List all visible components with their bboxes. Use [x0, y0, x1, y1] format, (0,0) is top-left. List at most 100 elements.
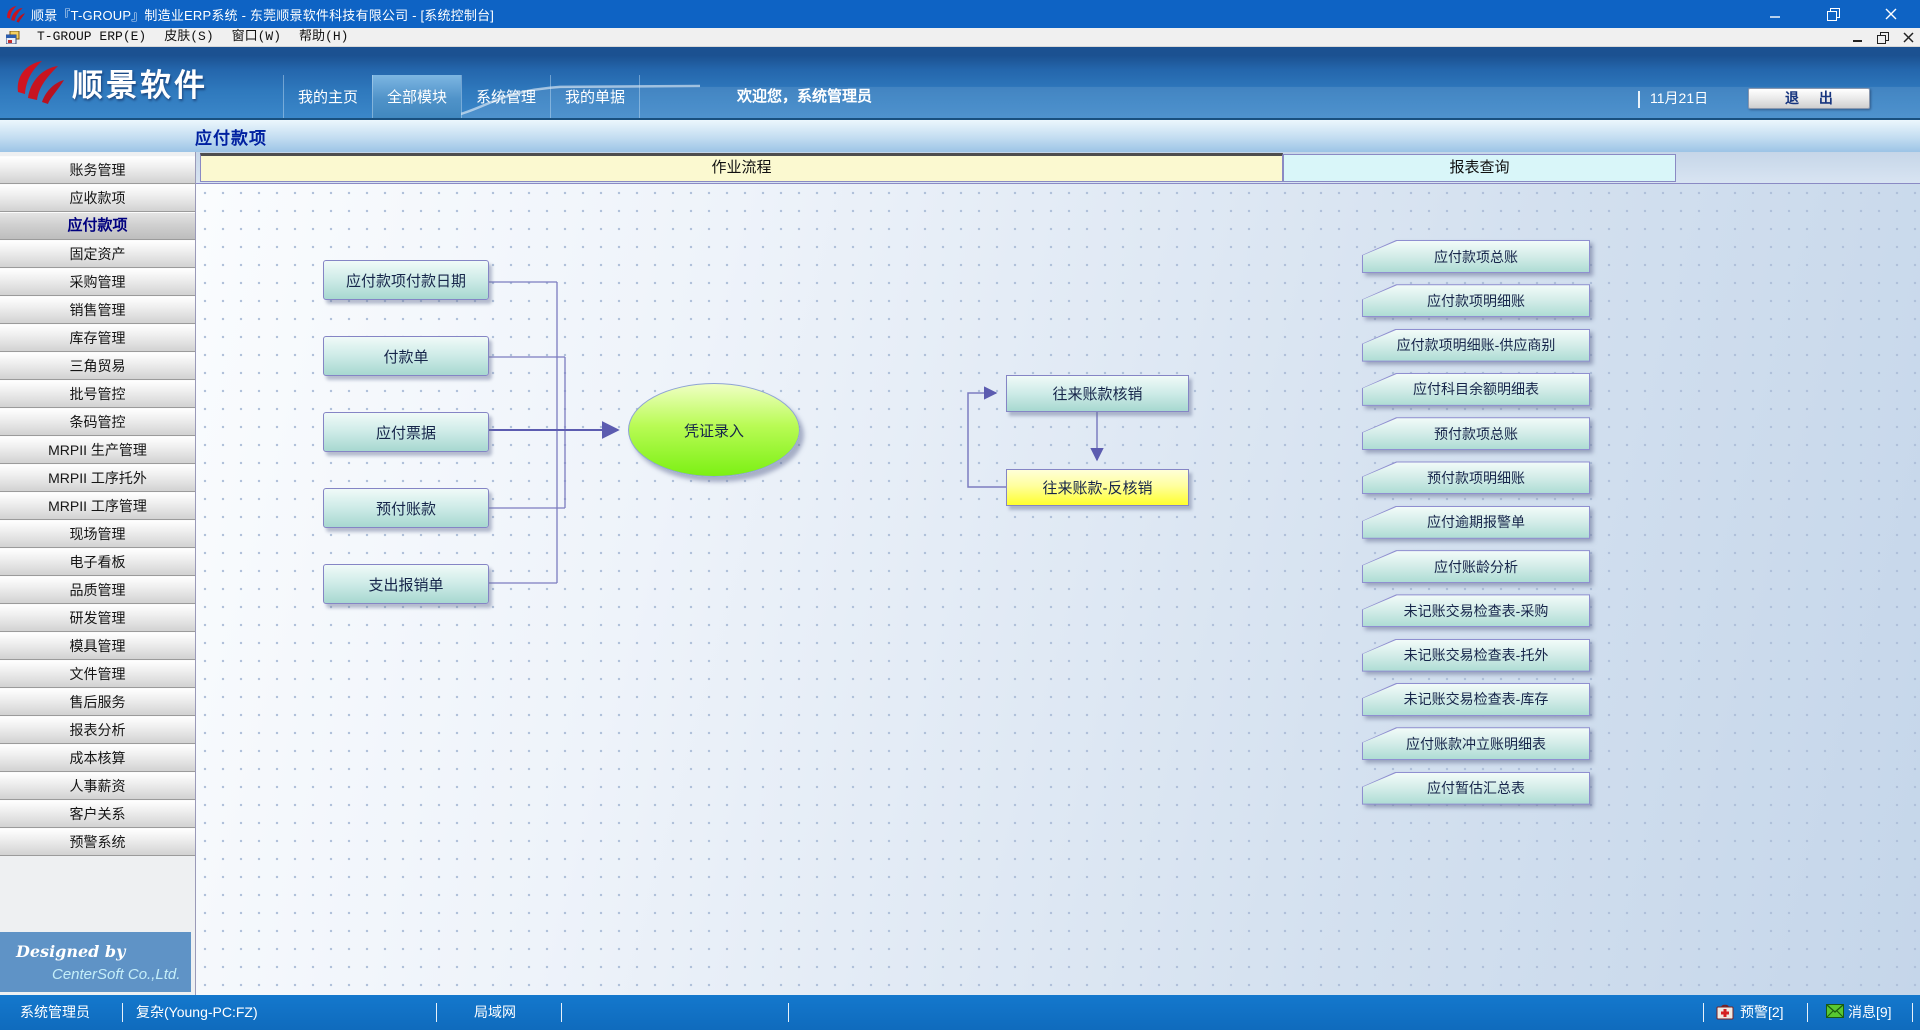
sidebar-item[interactable]: 应收款项 — [0, 184, 195, 212]
report-button[interactable]: 应付款项明细账-供应商别 — [1362, 329, 1590, 362]
module-sidebar: 账务管理应收款项应付款项固定资产采购管理销售管理库存管理三角贸易批号管控条码管控… — [0, 152, 196, 995]
menu-item[interactable]: 皮肤(S) — [155, 29, 222, 44]
sidebar-item[interactable]: 报表分析 — [0, 716, 195, 744]
tab-work-flow[interactable]: 作业流程 — [200, 153, 1283, 182]
sidebar-item[interactable]: 库存管理 — [0, 324, 195, 352]
sidebar-item[interactable]: 成本核算 — [0, 744, 195, 772]
flow-box[interactable]: 预付账款 — [323, 488, 489, 528]
sidebar-item[interactable]: 预警系统 — [0, 828, 195, 856]
report-button-label: 应付账款冲立账明细表 — [1406, 734, 1546, 754]
sidebar-item[interactable]: 条码管控 — [0, 408, 195, 436]
app-logo-icon — [5, 4, 25, 24]
report-button[interactable]: 应付款项总账 — [1362, 240, 1590, 273]
sidebar-item[interactable]: 批号管控 — [0, 380, 195, 408]
sidebar-item[interactable]: 销售管理 — [0, 296, 195, 324]
message-envelope-icon — [1826, 1004, 1844, 1018]
sidebar-item[interactable]: 客户关系 — [0, 800, 195, 828]
header-nav-tabs: 我的主页全部模块系统管理我的单据 — [283, 75, 640, 118]
status-user: 系统管理员 — [20, 995, 90, 1030]
report-button[interactable]: 未记账交易检查表-采购 — [1362, 594, 1590, 627]
menu-item[interactable]: T-GROUP ERP(E) — [28, 29, 155, 44]
status-separator — [1912, 1003, 1913, 1022]
status-machine: 复杂(Young-PC:FZ) — [136, 995, 258, 1030]
flow-box[interactable]: 应付款项付款日期 — [323, 260, 489, 300]
report-button-label: 应付账龄分析 — [1434, 557, 1518, 577]
report-button-label: 应付款项明细账 — [1427, 291, 1525, 311]
unverify-box[interactable]: 往来账款-反核销 — [1006, 469, 1189, 506]
report-button-label: 应付款项明细账-供应商别 — [1397, 335, 1556, 355]
status-separator — [1703, 1003, 1704, 1022]
sidebar-item[interactable]: 人事薪资 — [0, 772, 195, 800]
status-message[interactable]: 消息[9] — [1848, 995, 1892, 1030]
status-separator — [1807, 1003, 1808, 1022]
header-nav-tab[interactable]: 我的主页 — [283, 75, 372, 118]
header-nav-tab[interactable]: 我的单据 — [550, 75, 640, 118]
view-tabstrip: 作业流程 报表查询 — [196, 152, 1920, 184]
sidebar-item[interactable]: 现场管理 — [0, 520, 195, 548]
sidebar-items: 账务管理应收款项应付款项固定资产采购管理销售管理库存管理三角贸易批号管控条码管控… — [0, 156, 195, 856]
report-button[interactable]: 应付账龄分析 — [1362, 550, 1590, 583]
status-network: 局域网 — [474, 995, 516, 1030]
restore-button[interactable] — [1804, 0, 1862, 28]
status-alert[interactable]: 预警[2] — [1740, 995, 1784, 1030]
verify-box[interactable]: 往来账款核销 — [1006, 375, 1189, 412]
flow-box[interactable]: 付款单 — [323, 336, 489, 376]
flow-box[interactable]: 支出报销单 — [323, 564, 489, 604]
sidebar-item[interactable]: MRPII 生产管理 — [0, 436, 195, 464]
sidebar-item[interactable]: 研发管理 — [0, 604, 195, 632]
menu-item[interactable]: 帮助(H) — [290, 29, 357, 44]
mdi-restore-button[interactable] — [1877, 32, 1889, 44]
main-area: 作业流程 报表查询 — [196, 152, 1920, 995]
header-nav-tab[interactable]: 全部模块 — [372, 75, 461, 118]
minimize-button[interactable] — [1746, 0, 1804, 28]
page-title: 应付款项 — [195, 124, 267, 149]
sidebar-item[interactable]: 品质管理 — [0, 576, 195, 604]
erp-application-window: 顺景『T-GROUP』制造业ERP系统 - 东莞顺景软件科技有限公司 - [系统… — [0, 0, 1920, 1030]
mdi-close-button[interactable] — [1903, 32, 1914, 43]
report-button[interactable]: 应付科目余额明细表 — [1362, 373, 1590, 406]
mdi-minimize-button[interactable] — [1853, 33, 1863, 43]
alert-medkit-icon — [1716, 1004, 1734, 1020]
sidebar-item[interactable]: 模具管理 — [0, 632, 195, 660]
report-button[interactable]: 应付款项明细账 — [1362, 284, 1590, 317]
report-button[interactable]: 预付款项总账 — [1362, 417, 1590, 450]
report-buttons: 应付款项总账 应付款项明细账 应付款项明细账-供应商别 — [1362, 240, 1590, 805]
report-button-label: 未记账交易检查表-托外 — [1404, 645, 1549, 665]
header-band: 顺景软件 我的主页全部模块系统管理我的单据 欢迎您，系统管理员 11月21日 退… — [0, 47, 1920, 120]
sidebar-item[interactable]: MRPII 工序管理 — [0, 492, 195, 520]
report-button[interactable]: 未记账交易检查表-托外 — [1362, 639, 1590, 672]
status-separator — [436, 1003, 437, 1022]
sidebar-item[interactable]: 售后服务 — [0, 688, 195, 716]
report-button[interactable]: 未记账交易检查表-库存 — [1362, 683, 1590, 716]
sidebar-item[interactable]: 固定资产 — [0, 240, 195, 268]
process-node-voucher-entry[interactable]: 凭证录入 — [628, 383, 800, 477]
report-button[interactable]: 应付账款冲立账明细表 — [1362, 727, 1590, 760]
exit-button[interactable]: 退 出 — [1748, 88, 1870, 109]
sidebar-item[interactable]: MRPII 工序托外 — [0, 464, 195, 492]
menu-item[interactable]: 窗口(W) — [223, 29, 290, 44]
source-doc-boxes: 应付款项付款日期付款单应付票据预付账款支出报销单 — [323, 260, 489, 604]
sidebar-item[interactable]: 账务管理 — [0, 156, 195, 184]
sidebar-item[interactable]: 电子看板 — [0, 548, 195, 576]
tab-report-query[interactable]: 报表查询 — [1283, 154, 1676, 182]
statusbar: 系统管理员 复杂(Young-PC:FZ) 局域网 预警[2] 消息[9] — [0, 995, 1920, 1030]
designed-by-panel: Designed by CenterSoft Co.,Ltd. — [0, 932, 191, 992]
sidebar-item[interactable]: 文件管理 — [0, 660, 195, 688]
report-button[interactable]: 预付款项明细账 — [1362, 461, 1590, 494]
header-nav-tab[interactable]: 系统管理 — [461, 75, 550, 118]
close-button[interactable] — [1862, 0, 1920, 28]
report-button-label: 应付逾期报警单 — [1427, 512, 1525, 532]
sidebar-item[interactable]: 三角贸易 — [0, 352, 195, 380]
breadcrumb: 应付款项 — [0, 120, 1920, 152]
report-button-label: 应付科目余额明细表 — [1413, 379, 1539, 399]
status-separator — [122, 1003, 123, 1022]
header-separator — [1638, 91, 1640, 108]
report-button-label: 应付暂估汇总表 — [1427, 778, 1525, 798]
flow-box[interactable]: 应付票据 — [323, 412, 489, 452]
report-button[interactable]: 应付暂估汇总表 — [1362, 772, 1590, 805]
sidebar-item[interactable]: 采购管理 — [0, 268, 195, 296]
report-button[interactable]: 应付逾期报警单 — [1362, 506, 1590, 539]
sidebar-item[interactable]: 应付款项 — [0, 212, 195, 240]
brand-logo: 顺景软件 — [12, 58, 208, 106]
mdi-child-icon — [6, 31, 20, 44]
